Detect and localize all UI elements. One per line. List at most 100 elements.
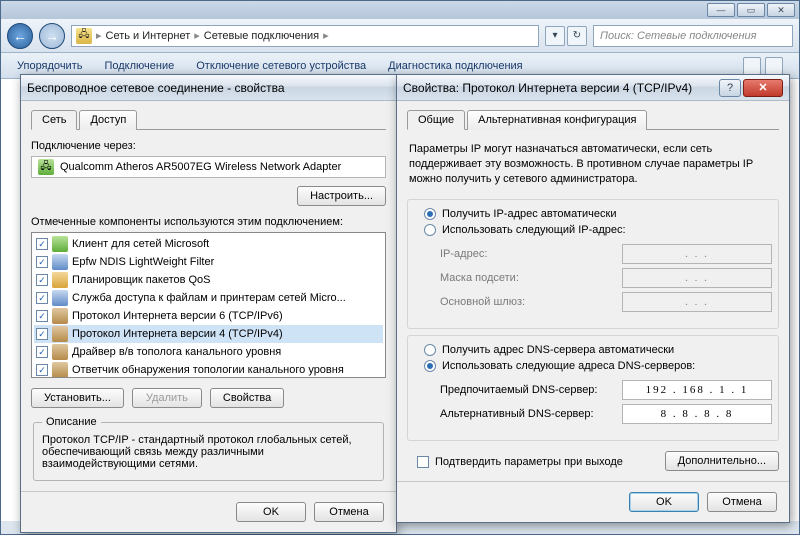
alternate-dns-input[interactable]: 8 . 8 . 8 . 8 — [622, 404, 772, 424]
remove-button: Удалить — [132, 388, 202, 408]
client-icon — [52, 236, 68, 252]
search-input[interactable]: Поиск: Сетевые подключения — [593, 25, 793, 47]
ipv4-properties-dialog: Свойства: Протокол Интернета версии 4 (T… — [396, 74, 790, 523]
toolbar-disable[interactable]: Отключение сетевого устройства — [196, 60, 366, 72]
radio-icon — [424, 224, 436, 236]
checkbox[interactable]: ✓ — [36, 364, 48, 376]
tab-alt-config[interactable]: Альтернативная конфигурация — [467, 110, 647, 130]
cancel-button[interactable]: Отмена — [314, 502, 384, 522]
radio-label: Получить адрес DNS-сервера автоматически — [442, 344, 674, 356]
item-label: Планировщик пакетов QoS — [72, 274, 211, 286]
list-item: ✓ Клиент для сетей Microsoft — [34, 235, 383, 253]
connection-properties-dialog: Беспроводное сетевое соединение - свойст… — [20, 74, 397, 533]
checkbox[interactable]: ✓ — [36, 238, 48, 250]
breadcrumb-sep: ▸ — [323, 29, 329, 42]
driver-icon — [52, 344, 68, 360]
toolbar-diagnose[interactable]: Диагностика подключения — [388, 60, 522, 72]
checkbox-icon: ✓ — [417, 456, 429, 468]
close-button[interactable]: ✕ — [767, 3, 795, 17]
radio-ip-auto[interactable]: Получить IP-адрес автоматически — [414, 206, 772, 222]
minimize-button[interactable]: — — [707, 3, 735, 17]
checkbox[interactable]: ✓ — [36, 328, 48, 340]
breadcrumb-sep: ▸ — [194, 29, 200, 42]
item-label: Протокол Интернета версии 6 (TCP/IPv6) — [72, 310, 283, 322]
tabs: Сеть Доступ — [31, 109, 386, 130]
install-button[interactable]: Установить... — [31, 388, 124, 408]
item-label: Служба доступа к файлам и принтерам сете… — [72, 292, 346, 304]
checkbox[interactable]: ✓ — [36, 346, 48, 358]
dialog-title: Беспроводное сетевое соединение - свойст… — [27, 81, 285, 95]
protocol-icon — [52, 308, 68, 324]
breadcrumb-item[interactable]: Сетевые подключения — [204, 30, 319, 42]
ok-button[interactable]: OK — [629, 492, 699, 512]
configure-button[interactable]: Настроить... — [297, 186, 386, 206]
view-icon[interactable] — [743, 57, 761, 75]
service-icon — [52, 290, 68, 306]
back-button[interactable]: ← — [7, 23, 33, 49]
confirm-on-exit-checkbox[interactable]: ✓ Подтвердить параметры при выходе — [407, 456, 623, 468]
ip-value: 192 . 168 . 1 . 1 — [646, 384, 749, 396]
button-label: OK — [656, 496, 672, 508]
gateway-label: Основной шлюз: — [440, 296, 622, 308]
refresh-icon[interactable]: ↻ — [567, 26, 587, 46]
description-group: Описание Протокол TCP/IP - стандартный п… — [33, 416, 384, 481]
radio-dns-manual[interactable]: Использовать следующие адреса DNS-сервер… — [414, 358, 772, 374]
radio-ip-manual[interactable]: Использовать следующий IP-адрес: — [414, 222, 772, 238]
button-label: Настроить... — [310, 190, 373, 202]
radio-label: Использовать следующий IP-адрес: — [442, 224, 626, 236]
checkbox[interactable]: ✓ — [36, 274, 48, 286]
dialog-titlebar: Беспроводное сетевое соединение - свойст… — [21, 75, 396, 101]
preferred-dns-input[interactable]: 192 . 168 . 1 . 1 — [622, 380, 772, 400]
qos-icon — [52, 272, 68, 288]
forward-button[interactable]: → — [39, 23, 65, 49]
dropdown-icon[interactable]: ▾ — [545, 26, 565, 46]
list-item-selected: ✓Протокол Интернета версии 4 (TCP/IPv4) — [34, 325, 383, 343]
search-placeholder: Поиск: Сетевые подключения — [600, 30, 757, 42]
list-item: ✓ Служба доступа к файлам и принтерам сет… — [34, 289, 383, 307]
network-icon: 🖧 — [76, 28, 92, 44]
button-label: Отмена — [722, 496, 761, 508]
toolbar-organize[interactable]: Упорядочить — [17, 60, 82, 72]
close-button[interactable]: ✕ — [743, 79, 783, 97]
tab-label: Сеть — [42, 114, 66, 126]
connect-via-label: Подключение через: — [31, 140, 386, 152]
cancel-button[interactable]: Отмена — [707, 492, 777, 512]
dialog-title: Свойства: Протокол Интернета версии 4 (T… — [403, 81, 692, 95]
subnet-mask-input: . . . — [622, 268, 772, 288]
ip-value: 8 . 8 . 8 . 8 — [661, 408, 734, 420]
ip-dots: . . . — [685, 248, 709, 260]
help-icon[interactable] — [765, 57, 783, 75]
description-text: Протокол TCP/IP - стандартный протокол г… — [42, 434, 375, 470]
breadcrumb[interactable]: 🖧 ▸ Сеть и Интернет ▸ Сетевые подключени… — [71, 25, 539, 47]
tab-network[interactable]: Сеть — [31, 110, 77, 130]
help-button[interactable]: ? — [719, 79, 741, 97]
tab-general[interactable]: Общие — [407, 110, 465, 130]
maximize-button[interactable]: ▭ — [737, 3, 765, 17]
ip-dots: . . . — [685, 272, 709, 284]
tabs: Общие Альтернативная конфигурация — [407, 109, 779, 130]
checkbox[interactable]: ✓ — [36, 256, 48, 268]
properties-button[interactable]: Свойства — [210, 388, 284, 408]
button-label: Отмена — [329, 506, 368, 518]
advanced-button[interactable]: Дополнительно... — [665, 451, 779, 471]
checkbox[interactable]: ✓ — [36, 292, 48, 304]
responder-icon — [52, 362, 68, 378]
description-legend: Описание — [42, 416, 101, 428]
item-label: Epfw NDIS LightWeight Filter — [72, 256, 214, 268]
button-label: Дополнительно... — [678, 455, 766, 467]
component-list[interactable]: ✓ Клиент для сетей Microsoft ✓ Epfw NDIS L… — [31, 232, 386, 378]
ip-address-label: IP-адрес: — [440, 248, 622, 260]
radio-dns-auto[interactable]: Получить адрес DNS-сервера автоматически — [414, 342, 772, 358]
toolbar-connect[interactable]: Подключение — [104, 60, 174, 72]
adapter-name: Qualcomm Atheros AR5007EG Wireless Netwo… — [60, 161, 341, 173]
tab-label: Доступ — [90, 114, 126, 126]
checkbox[interactable]: ✓ — [36, 310, 48, 322]
item-label: Клиент для сетей Microsoft — [72, 238, 209, 250]
protocol-icon — [52, 326, 68, 342]
ok-button[interactable]: OK — [236, 502, 306, 522]
breadcrumb-item[interactable]: Сеть и Интернет — [106, 30, 191, 42]
tab-access[interactable]: Доступ — [79, 110, 137, 130]
dns-group: Получить адрес DNS-сервера автоматически… — [407, 335, 779, 441]
adapter-icon: 🖧 — [38, 159, 54, 175]
button-label: Удалить — [146, 392, 188, 404]
